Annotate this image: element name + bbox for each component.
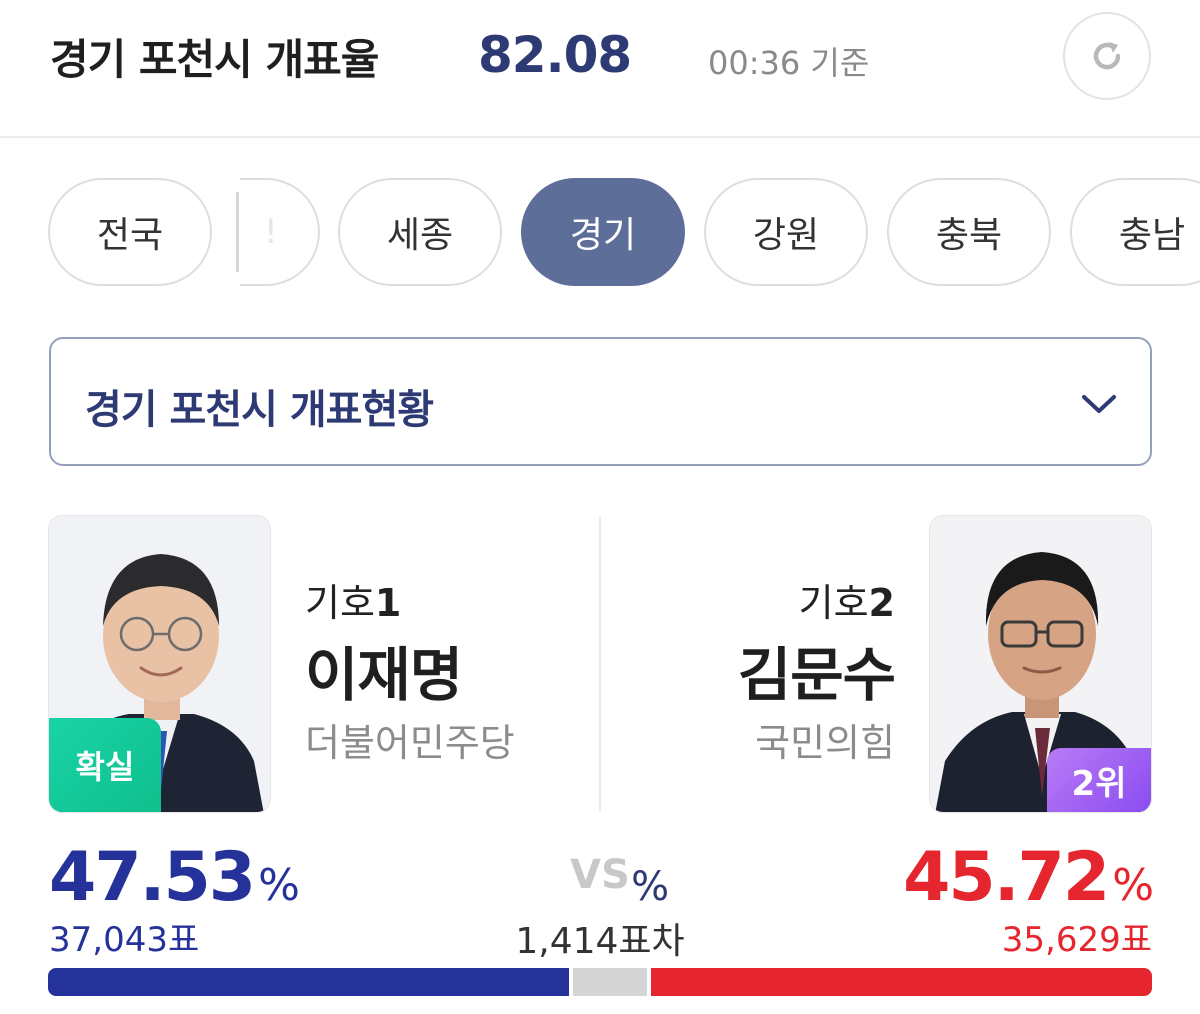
candidate-2-number-value: 2 [868, 581, 895, 625]
tab-divider [236, 192, 239, 272]
candidate-1-number: 기호1 [305, 572, 401, 627]
vote-share-bar-candidate-2 [650, 968, 1152, 996]
refresh-button[interactable] [1063, 12, 1151, 100]
tab-chungnam[interactable]: 충남 [1070, 178, 1200, 286]
header: 경기 포천시 개표율 82.08% 00:36 기준 [0, 0, 1200, 910]
tab-nationwide[interactable]: 전국 [48, 178, 212, 286]
candidate-1-name: 이재명 [305, 641, 463, 709]
candidate-2-number-label: 기호 [798, 581, 869, 625]
tab-chungbuk[interactable]: 충북 [887, 178, 1051, 286]
confirmed-badge: 확실 [49, 718, 161, 812]
candidate-1-number-value: 1 [374, 581, 402, 625]
tab-gangwon[interactable]: 강원 [704, 178, 868, 286]
update-time: 00:36 기준 [708, 44, 870, 82]
candidate-1-number-label: 기호 [305, 581, 375, 625]
candidate-2-number: 기호2 [799, 572, 895, 627]
vote-share-bar-others [572, 968, 647, 996]
candidate-2-photo: 2위 [929, 515, 1152, 813]
vote-share-bar [48, 968, 1152, 996]
candidate-2-name: 김문수 [737, 641, 896, 709]
count-rate: 82.08% [478, 26, 669, 910]
tab-partial[interactable]: ! [240, 178, 320, 286]
candidate-2-votes: 35,629표 [1001, 920, 1152, 960]
divider [599, 516, 601, 812]
vote-share-bar-candidate-1 [48, 968, 569, 996]
vs-label: VS [570, 852, 630, 898]
region-tabs: 전국 ! 세종 경기 강원 충북 충남 [0, 178, 1200, 288]
chevron-down-icon [1082, 395, 1116, 413]
candidate-2-party: 국민의힘 [755, 721, 895, 765]
tab-sejong[interactable]: 세종 [338, 178, 502, 286]
candidate-1-party: 더불어민주당 [305, 721, 515, 765]
tab-gyeonggi[interactable]: 경기 [521, 178, 685, 286]
refresh-icon [1093, 42, 1121, 70]
page-title: 경기 포천시 개표율 [50, 35, 379, 84]
candidate-1-photo: 확실 [48, 515, 271, 813]
count-rate-value: 82.08 [478, 26, 632, 84]
district-select[interactable]: 경기 포천시 개표현황 [49, 337, 1152, 466]
rank-badge: 2위 [1047, 748, 1151, 812]
district-select-label: 경기 포천시 개표현황 [85, 387, 434, 433]
